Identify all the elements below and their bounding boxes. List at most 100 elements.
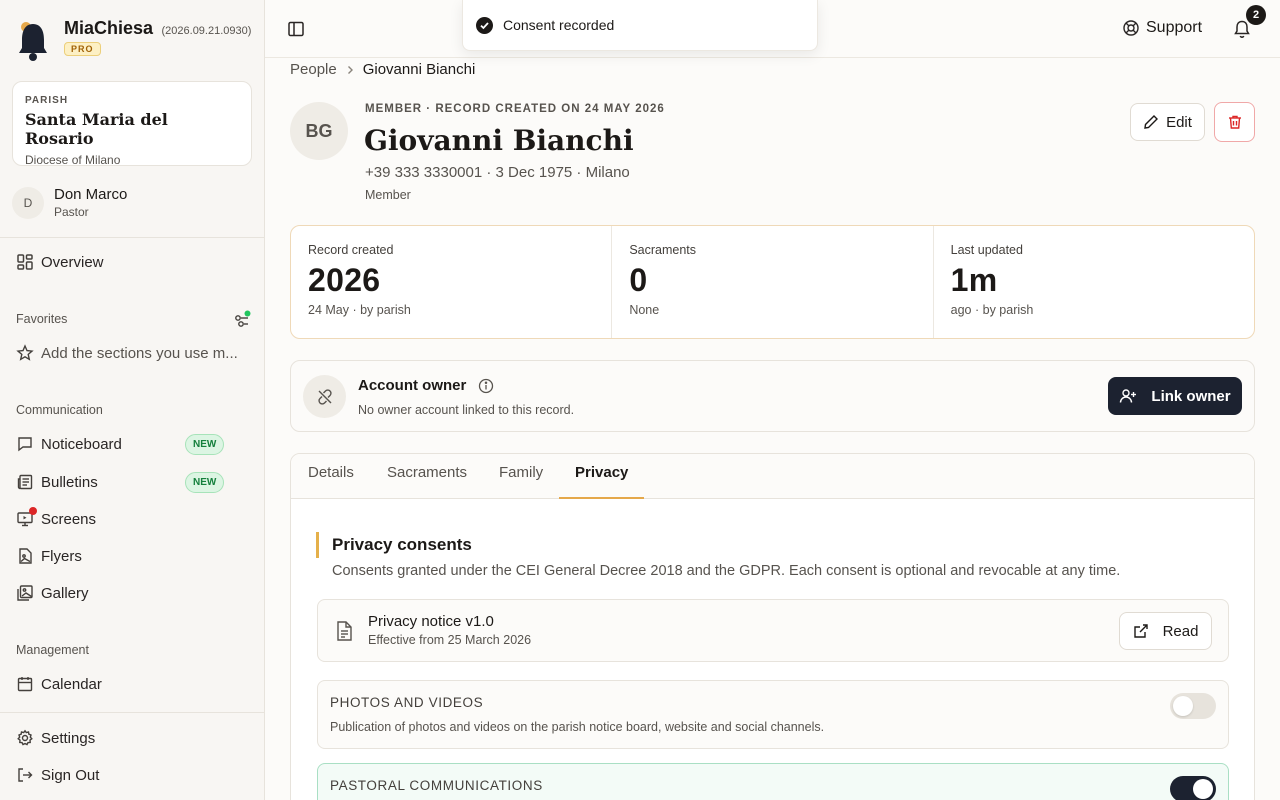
info-icon[interactable] [478,378,494,394]
support-label: Support [1146,19,1203,36]
breadcrumb-parent[interactable]: People [290,61,337,78]
lifebuoy-icon [1122,19,1140,37]
consent-photos-videos: PHOTOS AND VIDEOS Publication of photos … [317,680,1229,749]
stat-sacraments: Sacraments 0 None [612,226,934,338]
new-badge: NEW [185,434,225,455]
sidebar-item-bulletins[interactable]: Bulletins [16,472,98,492]
newspaper-icon [16,473,34,491]
tab-bar: Details Sacraments Family Privacy [291,454,1254,499]
account-owner-card: Account owner No owner account linked to… [290,360,1255,432]
user-role: Pastor [54,205,89,219]
tab-sacraments[interactable]: Sacraments [371,454,483,499]
gear-icon [16,729,34,747]
sidebar-item-gallery[interactable]: Gallery [16,583,89,603]
sidebar-item-label: Screens [41,510,97,528]
app-name: MiaChiesa [64,18,154,38]
parish-name: Santa Maria del Rosario [25,110,168,148]
sidebar-divider [0,237,265,238]
parish-card[interactable]: PARISH Santa Maria del Rosario Diocese o… [12,81,252,167]
stat-value: 1m [950,262,998,298]
consent-title: PHOTOS AND VIDEOS [330,695,484,710]
record-tabs-card: Details Sacraments Family Privacy Privac… [290,453,1255,800]
bell-logo-icon [16,18,50,62]
person-info: +39 333 3330001 · 3 Dec 1975 · Milano [365,164,630,181]
notification-count-badge: 2 [1246,5,1266,25]
chevron-right-icon [345,65,355,75]
account-owner-title: Account owner [358,377,494,394]
stat-last-updated: Last updated 1m ago · by parish [934,226,1254,338]
stat-value: 2026 [308,262,381,298]
sidebar-item-overview[interactable]: Overview [16,252,104,272]
stat-label: Last updated [950,243,1023,257]
consent-toggle[interactable] [1170,693,1216,719]
sidebar-item-calendar[interactable]: Calendar [16,674,102,694]
person-meta: MEMBER · RECORD CREATED ON 24 MAY 2026 [365,103,665,115]
favorites-label: Favorites [16,312,68,326]
notice-subtitle: Effective from 25 March 2026 [368,633,532,647]
external-link-icon [1133,623,1149,639]
edit-button[interactable]: Edit [1130,103,1205,141]
link-owner-label: Link owner [1151,387,1231,405]
sidebar-item-label: Calendar [41,675,102,693]
app-version: (2026.09.21.0930) [161,25,252,37]
stat-sub: ago · by parish [950,303,1034,317]
sidebar: MiaChiesa (2026.09.21.0930) PRO PARISH S… [0,0,265,800]
person-role: Member [365,188,411,202]
read-notice-button[interactable]: Read [1119,612,1212,650]
images-icon [16,584,34,602]
consent-description: Publication of photos and videos on the … [330,720,825,734]
notification-dot [29,507,37,515]
sidebar-item-screens[interactable]: Screens [16,507,97,529]
sidebar-item-label: Noticeboard [41,435,122,453]
sidebar-item-label: Settings [41,729,96,747]
sidebar-item-sign-out[interactable]: Sign Out [16,765,99,785]
user-avatar: D [12,186,44,219]
sidebar-item-label: Flyers [41,547,82,565]
account-owner-subtitle: No owner account linked to this record. [358,403,575,417]
read-label: Read [1162,622,1199,640]
delete-button[interactable] [1214,102,1255,142]
pencil-icon [1143,114,1159,130]
parish-label: PARISH [25,95,69,106]
toast-notification: Consent recorded [462,0,818,51]
user-profile[interactable]: D Don Marco Pastor [12,186,127,219]
sidebar-item-noticeboard[interactable]: Noticeboard [16,434,122,454]
privacy-subtitle: Consents granted under the CEI General D… [332,563,1121,579]
plan-badge: PRO [64,42,101,56]
person-name: Giovanni Bianchi [364,124,634,157]
link-owner-button[interactable]: Link owner [1108,377,1242,415]
check-circle-icon [476,16,493,34]
tab-family[interactable]: Family [483,454,559,499]
sidebar-item-settings[interactable]: Settings [16,728,95,748]
stat-label: Record created [308,243,394,257]
brand[interactable]: MiaChiesa (2026.09.21.0930) PRO [16,18,251,62]
calendar-icon [16,675,34,693]
tab-privacy[interactable]: Privacy [559,454,645,499]
communication-label: Communication [16,403,103,417]
log-out-icon [16,766,34,784]
user-name: Don Marco [54,186,128,203]
sidebar-item-label: Overview [41,253,104,271]
sidebar-item-flyers[interactable]: Flyers [16,546,82,566]
toast-text: Consent recorded [503,17,615,33]
favorites-placeholder[interactable]: Add the sections you use m... [16,343,238,363]
account-owner-label: Account owner [358,377,467,394]
sidebar-item-label: Bulletins [41,473,98,491]
tab-details[interactable]: Details [292,454,370,499]
sidebar-toggle-icon[interactable] [287,20,305,38]
parish-diocese: Diocese of Milano [25,153,121,167]
notice-title: Privacy notice v1.0 [368,613,494,630]
breadcrumb-current: Giovanni Bianchi [362,61,476,78]
stat-sub: None [629,303,660,317]
sidebar-divider [0,712,265,713]
unlink-icon [303,375,346,418]
privacy-notice-row: Privacy notice v1.0 Effective from 25 Ma… [317,599,1229,662]
consent-pastoral-communications: PASTORAL COMMUNICATIONS [317,763,1229,800]
stat-record-created: Record created 2026 24 May · by parish [291,226,613,338]
consent-toggle[interactable] [1170,776,1216,800]
favorites-settings-icon[interactable] [233,310,251,328]
sidebar-item-label: Sign Out [41,766,100,784]
user-plus-icon [1119,387,1137,405]
support-button[interactable]: Support [1122,19,1202,37]
dashboard-icon [16,253,34,271]
